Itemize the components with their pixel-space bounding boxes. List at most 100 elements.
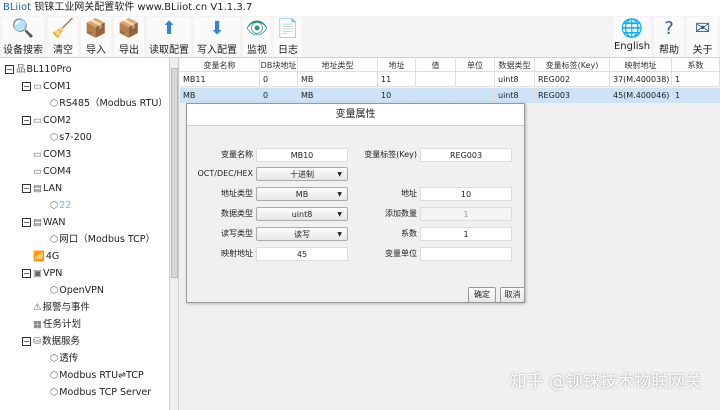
table-cell: REG002 <box>535 72 610 86</box>
toolbar-button-0[interactable]: 🔍 设备搜索 <box>2 17 44 57</box>
tree-node-label: Modbus TCP Server <box>59 387 152 398</box>
column-header[interactable]: 地址 <box>378 58 416 71</box>
toolbar-label: 写入配置 <box>197 45 237 56</box>
column-header[interactable]: 变量标签(Key) <box>535 58 610 71</box>
dropdown-arrow-icon: ▼ <box>337 171 342 178</box>
tree-node-icon: ▭ <box>33 166 42 177</box>
column-header[interactable]: 系数 <box>672 58 720 71</box>
column-header[interactable]: 数据类型 <box>495 58 535 71</box>
toolbar-right-button-0[interactable]: 🌐 English <box>613 17 651 57</box>
collapse-toggle-icon[interactable]: − <box>22 184 31 193</box>
unit-input[interactable] <box>420 247 512 261</box>
column-header[interactable]: 映射地址 <box>610 58 672 71</box>
coef-input[interactable]: 1 <box>420 227 512 241</box>
collapse-toggle-icon[interactable]: − <box>5 65 14 74</box>
tree-node-label: 网口（Modbus TCP） <box>59 234 155 245</box>
toolbar-button-3[interactable]: 📦 导出 <box>114 17 144 57</box>
tree-node[interactable]: ⬡OpenVPN <box>50 284 104 298</box>
tree-node[interactable]: − ▭COM2 <box>22 114 71 128</box>
count-label: 添加数量 <box>385 209 417 218</box>
toolbar-right-icon-2: ✉ <box>694 18 711 39</box>
tree-node[interactable]: ⬡s7-200 <box>50 131 92 145</box>
table-cell: uint8 <box>495 88 535 103</box>
addrtype-select[interactable]: MB ▼ <box>256 187 348 201</box>
tree-node-label: VPN <box>42 268 63 279</box>
table-cell: REG003 <box>535 88 610 103</box>
tree-node-icon: ⬡ <box>50 132 59 143</box>
toolbar-button-2[interactable]: 📦 导入 <box>81 17 111 57</box>
brand: BLiiot <box>3 2 32 13</box>
tree-node[interactable]: ⬡22 <box>50 199 71 213</box>
toolbar-right-button-1[interactable]: ? 帮助 <box>654 17 684 57</box>
rw-select[interactable]: 读写 ▼ <box>256 227 348 241</box>
toolbar-button-1[interactable]: 🧹 清空 <box>48 17 78 57</box>
collapse-toggle-icon[interactable]: − <box>22 269 31 278</box>
tree-node[interactable]: ⬡网口（Modbus TCP） <box>50 233 155 247</box>
tree-node[interactable]: ▭COM4 <box>33 165 71 179</box>
tree-node[interactable]: ▭COM3 <box>33 148 71 162</box>
table-cell: 45(M.400046) <box>610 88 672 103</box>
table-row[interactable]: MB 0 MB 10 uint8 REG003 45(M.400046) 1 <box>180 88 720 103</box>
collapse-toggle-icon[interactable]: − <box>22 116 31 125</box>
table-cell: MB <box>298 88 378 103</box>
tree-node[interactable]: ⬡Modbus RTU⇌TCP <box>50 369 144 383</box>
tree-node[interactable]: ▦任务计划 <box>33 318 81 332</box>
key-input[interactable]: REG003 <box>420 148 512 162</box>
toolbar-button-7[interactable]: 📄 日志 <box>274 17 302 57</box>
toolbar-icon-6: 👁 <box>245 18 269 39</box>
addrtype-value: MB <box>295 190 309 199</box>
device-tree[interactable]: − 品BL110Pro − ▭COM1 ⬡RS485（Modbus RTU） − ▭COM2… <box>0 58 170 410</box>
tree-node[interactable]: ⬡透传 <box>50 352 78 366</box>
tree-node[interactable]: − ⛁数据服务 <box>22 335 80 349</box>
tree-node[interactable]: − ▭COM1 <box>22 80 71 94</box>
table-cell: 11 <box>378 72 416 86</box>
tree-node-label: 22 <box>59 200 72 211</box>
base-value: 十进制 <box>290 170 314 179</box>
tree-node[interactable]: − ▤LAN <box>22 182 62 196</box>
toolbar-button-4[interactable]: ⬆ 读取配置 <box>147 17 191 57</box>
name-input[interactable]: MB10 <box>256 148 348 162</box>
column-header[interactable]: 地址类型 <box>298 58 378 71</box>
watermark: 知乎 @钡铼技术物联网关 <box>509 372 702 392</box>
column-header[interactable]: 变量名称 <box>180 58 260 71</box>
tree-node-label: 4G <box>45 251 60 262</box>
table-row[interactable]: MB11 0 MB 11 uint8 REG002 37(M.400038) 1 <box>180 72 720 87</box>
tree-node-icon: ⬡ <box>50 285 59 296</box>
column-header[interactable]: DB块地址 <box>260 58 298 71</box>
tree-node[interactable]: 📶4G <box>33 250 59 264</box>
addr-label: 地址 <box>401 189 417 198</box>
toolbar-icon-4: ⬆ <box>161 18 177 39</box>
table-header: 变量名称 DB块地址 地址类型 地址值单位 数据类型 变量标签(Key) 映射地址 系数 <box>180 58 720 72</box>
toolbar-button-6[interactable]: 👁 监视 <box>243 17 271 57</box>
collapse-toggle-icon[interactable]: − <box>22 337 31 346</box>
tree-node[interactable]: ⬡Modbus TCP Server <box>50 386 151 400</box>
collapse-toggle-icon[interactable]: − <box>22 82 31 91</box>
column-header[interactable]: 单位 <box>456 58 495 71</box>
cancel-button[interactable]: 取消 <box>500 287 525 303</box>
tree-node[interactable]: ⬡RS485（Modbus RTU） <box>50 97 168 111</box>
count-input: 1 <box>420 207 512 221</box>
base-label: OCT/DEC/HEX <box>197 169 253 178</box>
table-cell: 0 <box>260 72 298 86</box>
column-header[interactable]: 值 <box>416 58 456 71</box>
map-input[interactable]: 45 <box>256 247 348 261</box>
tree-node[interactable]: − ▤WAN <box>22 216 65 230</box>
toolbar-label: 关于 <box>692 45 713 56</box>
dtype-value: uint8 <box>291 210 313 219</box>
collapse-toggle-icon[interactable]: − <box>22 218 31 227</box>
toolbar-label: 导出 <box>119 45 139 56</box>
dtype-select[interactable]: uint8 ▼ <box>256 207 348 221</box>
tree-node[interactable]: − ▣VPN <box>22 267 62 281</box>
toolbar-label: 日志 <box>278 45 298 56</box>
tree-node[interactable]: ⚠报警与事件 <box>33 301 90 315</box>
key-label: 变量标签(Key) <box>364 150 417 159</box>
ok-button[interactable]: 确定 <box>468 287 496 303</box>
tree-node-icon: ⚠ <box>33 302 42 313</box>
toolbar: 🔍 设备搜索 🧹 清空 📦 导入 📦 导出 ⬆ 读取配置 ⬇ 写入配置 👁 监视 📄 日志 🌐 English? 帮… <box>0 16 720 58</box>
tree-node[interactable]: − 品BL110Pro <box>5 63 72 77</box>
toolbar-button-5[interactable]: ⬇ 写入配置 <box>194 17 240 57</box>
toolbar-right-button-2[interactable]: ✉ 关于 <box>687 17 718 57</box>
addr-input[interactable]: 10 <box>420 187 512 201</box>
table-cell: 1 <box>672 72 720 86</box>
base-select[interactable]: 十进制 ▼ <box>256 167 348 181</box>
